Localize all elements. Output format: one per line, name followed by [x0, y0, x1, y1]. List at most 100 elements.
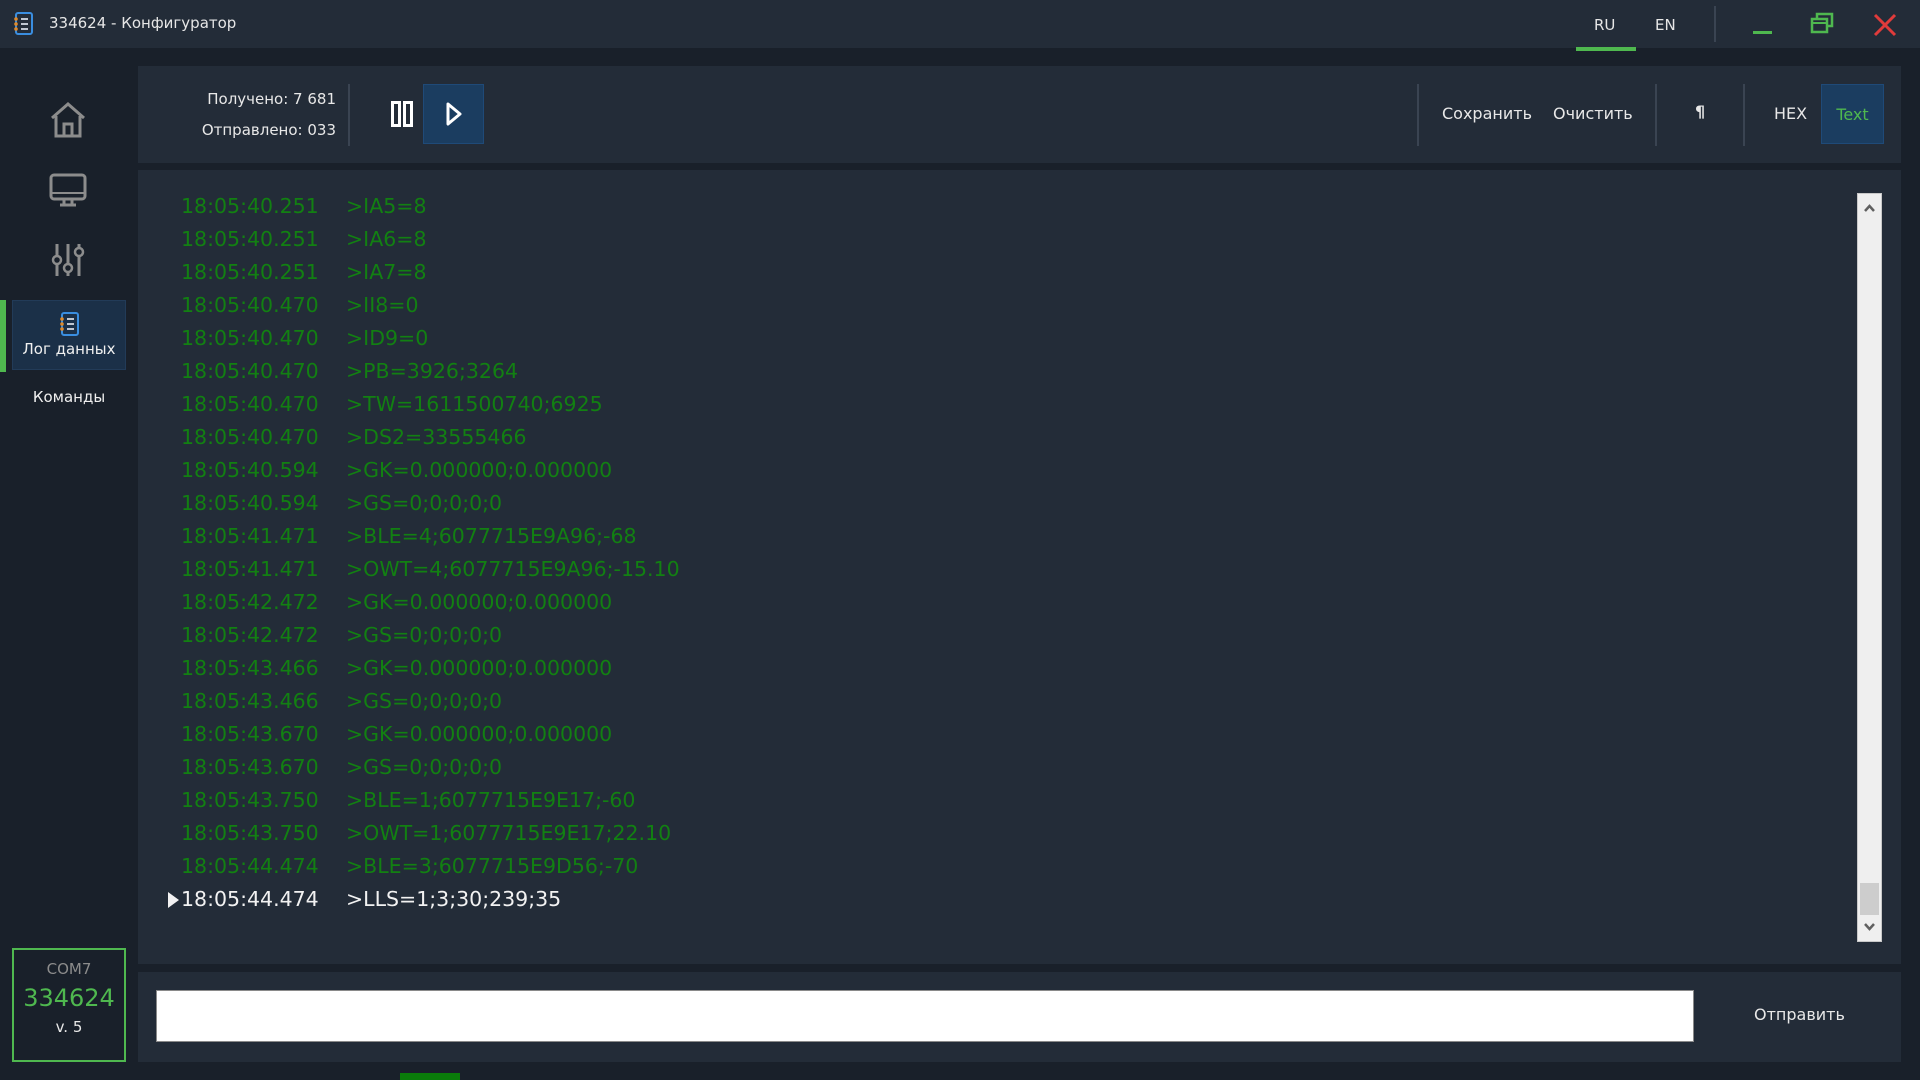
log-message: >GK=0.000000;0.000000 [346, 458, 613, 482]
log-timestamp: 18:05:40.470 [181, 293, 319, 317]
log-timestamp: 18:05:43.750 [181, 788, 319, 812]
sidebar-item-label: Лог данных [22, 340, 116, 358]
log-line: 18:05:40.470 >II8=0 [138, 291, 1838, 324]
sidebar-item-data-log[interactable]: Лог данных [12, 300, 126, 370]
minimize-icon[interactable] [1748, 10, 1778, 40]
log-timestamp: 18:05:40.594 [181, 458, 319, 482]
log-timestamp: 18:05:42.472 [181, 623, 319, 647]
log-line: 18:05:40.470 >ID9=0 [138, 324, 1838, 357]
toolbar-divider [1655, 84, 1657, 146]
log-toolbar: Получено: 7 681 Отправлено: 033 Сохранит… [138, 66, 1901, 163]
close-icon[interactable] [1870, 10, 1900, 40]
log-timestamp: 18:05:43.466 [181, 689, 319, 713]
log-line: 18:05:44.474 >BLE=3;6077715E9D56;-70 [138, 852, 1838, 885]
log-timestamp: 18:05:40.470 [181, 425, 319, 449]
play-button[interactable] [423, 84, 484, 144]
log-lines: 18:05:40.251 >IA5=8 18:05:40.251 >IA6=8 18:0… [138, 192, 1838, 918]
log-message: >LLS=1;3;30;239;35 [346, 887, 562, 911]
log-message: >GK=0.000000;0.000000 [346, 590, 613, 614]
save-button[interactable]: Сохранить [1442, 104, 1532, 123]
log-line: 18:05:43.466 >GK=0.000000;0.000000 [138, 654, 1838, 687]
play-icon [446, 102, 461, 126]
toolbar-divider [1417, 84, 1419, 146]
log-timestamp: 18:05:43.750 [181, 821, 319, 845]
device-port: COM7 [46, 960, 92, 978]
log-message: >IA7=8 [346, 260, 427, 284]
log-timestamp: 18:05:44.474 [181, 887, 319, 911]
log-line: 18:05:40.251 >IA6=8 [138, 225, 1838, 258]
log-line: 18:05:42.472 >GS=0;0;0;0;0 [138, 621, 1838, 654]
log-line: 18:05:40.251 >IA5=8 [138, 192, 1838, 225]
window-title: 334624 - Конфигуратор [49, 14, 237, 32]
log-timestamp: 18:05:40.251 [181, 194, 319, 218]
scrollbar-thumb[interactable] [1860, 883, 1879, 915]
log-line: 18:05:41.471 >OWT=4;6077715E9A96;-15.10 [138, 555, 1838, 588]
monitor-icon[interactable] [48, 170, 88, 210]
log-line: 18:05:41.471 >BLE=4;6077715E9A96;-68 [138, 522, 1838, 555]
sent-counter: Отправлено: 033 [201, 121, 336, 139]
device-id: 334624 [23, 984, 115, 1012]
log-line: 18:05:43.670 >GK=0.000000;0.000000 [138, 720, 1838, 753]
log-timestamp: 18:05:44.474 [181, 854, 319, 878]
lang-ru-button[interactable]: RU [1594, 16, 1615, 34]
log-message: >BLE=1;6077715E9E17;-60 [346, 788, 636, 812]
log-scrollbar[interactable] [1857, 193, 1882, 942]
clear-button[interactable]: Очистить [1553, 104, 1633, 123]
log-message: >DS2=33555466 [346, 425, 527, 449]
log-timestamp: 18:05:43.670 [181, 722, 319, 746]
text-mode-button[interactable]: Text [1821, 84, 1884, 144]
log-line: 18:05:42.472 >GK=0.000000;0.000000 [138, 588, 1838, 621]
log-timestamp: 18:05:40.251 [181, 227, 319, 251]
log-line: 18:05:40.594 >GS=0;0;0;0;0 [138, 489, 1838, 522]
log-line: 18:05:40.470 >PB=3926;3264 [138, 357, 1838, 390]
log-message: >GS=0;0;0;0;0 [346, 623, 503, 647]
pause-icon [391, 101, 413, 127]
show-line-endings-button[interactable]: ¶ [1695, 102, 1705, 121]
command-panel: Отправить [138, 972, 1901, 1062]
active-nav-indicator [0, 300, 6, 372]
log-message: >ID9=0 [346, 326, 429, 350]
log-line: 18:05:43.750 >BLE=1;6077715E9E17;-60 [138, 786, 1838, 819]
device-info-panel: COM7 334624 v. 5 [12, 948, 126, 1062]
command-input[interactable] [156, 990, 1694, 1042]
titlebar-divider [1714, 6, 1716, 42]
log-message: >OWT=1;6077715E9E17;22.10 [346, 821, 672, 845]
device-version: v. 5 [55, 1018, 83, 1036]
log-message: >IA5=8 [346, 194, 427, 218]
log-message: >GK=0.000000;0.000000 [346, 656, 613, 680]
log-timestamp: 18:05:41.471 [181, 524, 319, 548]
log-timestamp: 18:05:42.472 [181, 590, 319, 614]
log-message: >IA6=8 [346, 227, 427, 251]
log-line: 18:05:40.594 >GK=0.000000;0.000000 [138, 456, 1838, 489]
scroll-up-icon[interactable] [1858, 198, 1881, 218]
lang-en-button[interactable]: EN [1655, 16, 1676, 34]
log-message: >BLE=4;6077715E9A96;-68 [346, 524, 637, 548]
sidebar: Лог данных Команды COM7 334624 v. 5 [0, 48, 138, 1080]
log-line: 18:05:43.750 >OWT=1;6077715E9E17;22.10 [138, 819, 1838, 852]
log-line: 18:05:40.251 >IA7=8 [138, 258, 1838, 291]
log-message: >GS=0;0;0;0;0 [346, 491, 503, 515]
log-panel: 18:05:40.251 >IA5=8 18:05:40.251 >IA6=8 18:0… [138, 170, 1901, 964]
sliders-icon[interactable] [48, 240, 88, 280]
home-icon[interactable] [48, 100, 88, 140]
log-message: >GK=0.000000;0.000000 [346, 722, 613, 746]
log-line: 18:05:44.474 >LLS=1;3;30;239;35 [138, 885, 1838, 918]
log-timestamp: 18:05:40.594 [181, 491, 319, 515]
log-message: >GS=0;0;0;0;0 [346, 755, 503, 779]
notebook-icon [60, 312, 79, 336]
log-message: >GS=0;0;0;0;0 [346, 689, 503, 713]
log-timestamp: 18:05:43.466 [181, 656, 319, 680]
current-line-marker-icon [168, 892, 179, 908]
status-indicator-bar [400, 1073, 460, 1080]
log-message: >PB=3926;3264 [346, 359, 519, 383]
log-line: 18:05:40.470 >DS2=33555466 [138, 423, 1838, 456]
send-button[interactable]: Отправить [1754, 1005, 1845, 1024]
scroll-down-icon[interactable] [1858, 917, 1881, 937]
restore-icon[interactable] [1808, 10, 1838, 40]
app-notebook-icon [14, 12, 33, 35]
pause-button[interactable] [374, 84, 430, 144]
log-line: 18:05:43.670 >GS=0;0;0;0;0 [138, 753, 1838, 786]
received-counter: Получено: 7 681 [207, 90, 336, 108]
hex-mode-button[interactable]: HEX [1774, 104, 1807, 123]
sidebar-item-commands[interactable]: Команды [12, 388, 126, 406]
